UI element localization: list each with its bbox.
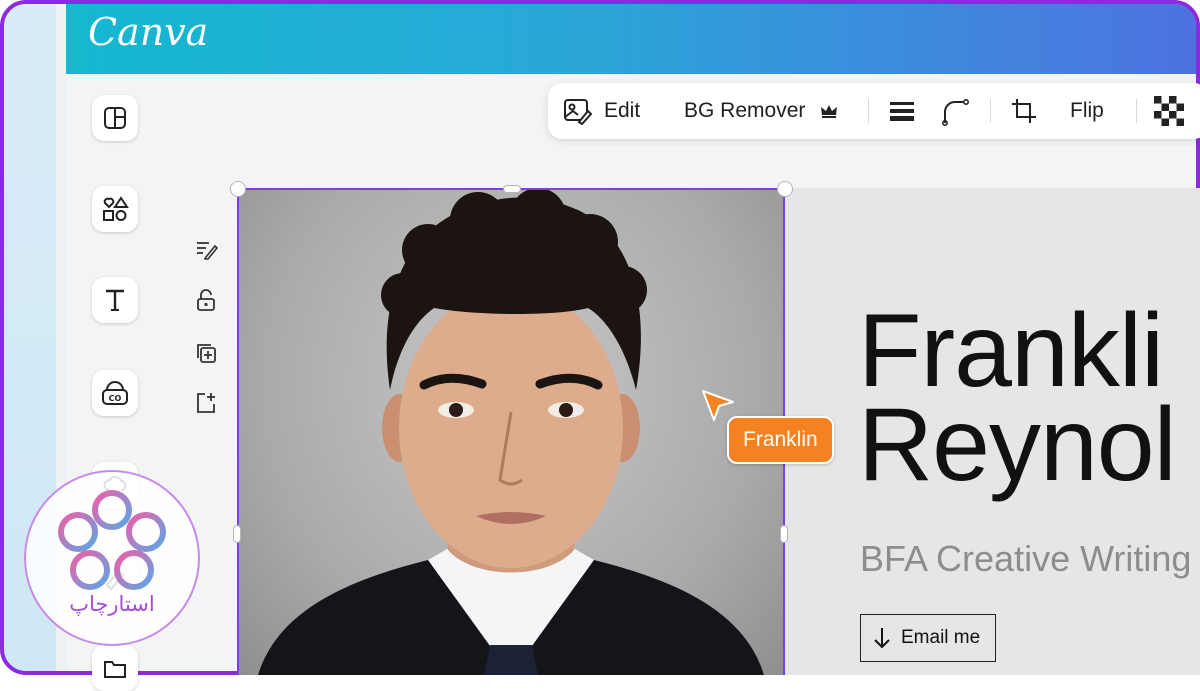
bg-remover-label: BG Remover [684,99,805,123]
flip-label: Flip [1070,99,1104,123]
resize-handle-top-right[interactable] [778,182,792,196]
layout-icon [102,105,128,131]
add-page-icon [194,391,218,415]
degree-subtitle[interactable]: BFA Creative Writing [860,538,1191,580]
portrait-photo[interactable] [238,190,784,675]
border-style-icon [888,99,916,123]
transparency-icon [1154,96,1184,126]
resize-handle-left[interactable] [234,526,240,542]
crop-icon [1010,97,1038,125]
watermark-logo: استارچاپ [24,470,200,646]
sidebar-item-projects[interactable] [92,645,138,691]
lock-icon [195,288,217,312]
notes-icon [194,237,218,261]
corner-rounding-icon [940,96,970,126]
duplicate-icon [194,341,218,365]
border-style-button[interactable] [888,83,916,139]
duplicate-tool[interactable] [193,340,219,366]
resize-handle-top-left[interactable] [231,182,245,196]
elements-icon [101,195,129,223]
transparency-button[interactable] [1154,83,1184,139]
sidebar-item-brand[interactable]: CO [92,370,138,416]
flower-logo-icon [24,470,200,600]
crop-button[interactable] [1010,83,1038,139]
text-icon [102,287,128,313]
toolbar-divider [990,99,991,123]
svg-text:CO: CO [109,394,122,403]
email-me-button[interactable]: Email me [860,614,996,662]
toolbar-divider [1136,99,1137,123]
watermark-text: استارچاپ [24,592,200,616]
top-header: Canva [66,4,1196,74]
canva-logo: Canva [88,10,208,54]
collaborator-name-tag: Franklin [727,416,834,464]
notes-tool[interactable] [193,236,219,262]
lock-tool[interactable] [193,287,219,313]
sidebar-item-layout[interactable] [92,95,138,141]
name-heading-line2[interactable]: Reynol [858,386,1176,505]
sidebar-item-elements[interactable] [92,186,138,232]
edit-image-button[interactable]: Edit [562,83,640,139]
resize-handle-right[interactable] [781,526,787,542]
flip-button[interactable]: Flip [1070,83,1104,139]
resize-handle-top[interactable] [504,186,520,192]
image-toolbar: Edit BG Remover Flip [548,83,1200,139]
edit-label: Edit [604,99,640,123]
email-me-label: Email me [901,627,980,649]
brand-icon: CO [100,379,130,407]
portrait-illustration [238,190,784,675]
corner-rounding-button[interactable] [940,83,970,139]
toolbar-divider [868,99,869,123]
crown-icon [819,102,839,120]
projects-icon [102,655,128,681]
arrow-down-icon [871,626,893,650]
bg-remover-button[interactable]: BG Remover [684,83,839,139]
sidebar-item-text[interactable] [92,277,138,323]
edit-image-icon [562,97,592,125]
add-page-tool[interactable] [193,390,219,416]
